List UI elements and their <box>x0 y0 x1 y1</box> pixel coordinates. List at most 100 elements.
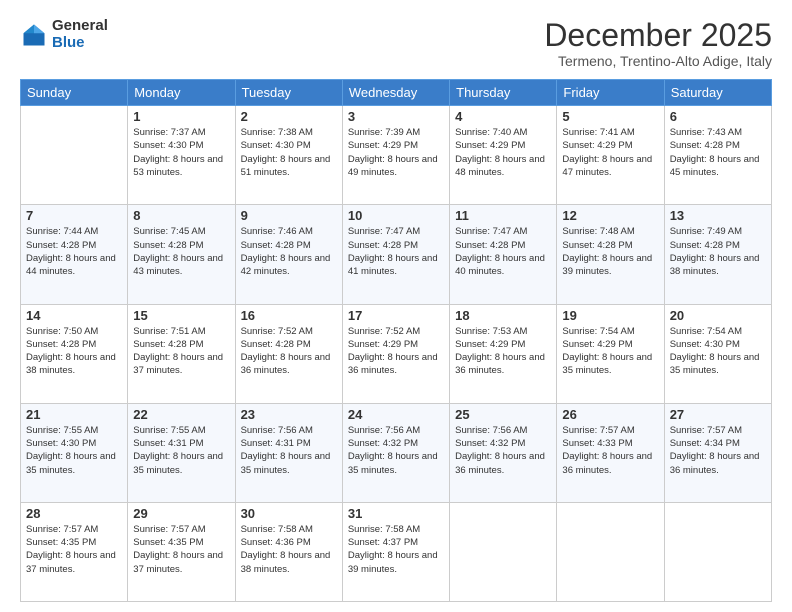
subtitle: Termeno, Trentino-Alto Adige, Italy <box>544 53 772 69</box>
day-number: 24 <box>348 407 444 422</box>
table-row: 13Sunrise: 7:49 AMSunset: 4:28 PMDayligh… <box>664 205 771 304</box>
table-row: 27Sunrise: 7:57 AMSunset: 4:34 PMDayligh… <box>664 403 771 502</box>
day-number: 8 <box>133 208 229 223</box>
table-row: 10 Sunrise: 7:47 AMSunset: 4:28 PMDayligh… <box>342 205 449 304</box>
day-number: 21 <box>26 407 122 422</box>
calendar-week-row: 14 Sunrise: 7:50 AMSunset: 4:28 PMDayligh… <box>21 304 772 403</box>
day-info: Sunrise: 7:53 AMSunset: 4:29 PMDaylight:… <box>455 325 551 378</box>
day-info: Sunrise: 7:44 AMSunset: 4:28 PMDaylight:… <box>26 225 122 278</box>
header: General Blue December 2025 Termeno, Tren… <box>20 18 772 69</box>
logo-blue-text: Blue <box>52 35 108 52</box>
table-row: 25 Sunrise: 7:56 AMSunset: 4:32 PMDayligh… <box>450 403 557 502</box>
title-block: December 2025 Termeno, Trentino-Alto Adi… <box>544 18 772 69</box>
day-number: 10 <box>348 208 444 223</box>
table-row: 30 Sunrise: 7:58 AMSunset: 4:36 PMDayligh… <box>235 502 342 601</box>
day-number: 19 <box>562 308 658 323</box>
logo-general-text: General <box>52 18 108 35</box>
table-row: 2 Sunrise: 7:38 AMSunset: 4:30 PMDaylight… <box>235 106 342 205</box>
col-wednesday: Wednesday <box>342 80 449 106</box>
day-info: Sunrise: 7:37 AMSunset: 4:30 PMDaylight:… <box>133 126 229 179</box>
day-number: 9 <box>241 208 337 223</box>
table-row: 24 Sunrise: 7:56 AMSunset: 4:32 PMDayligh… <box>342 403 449 502</box>
day-number: 30 <box>241 506 337 521</box>
calendar-week-row: 21 Sunrise: 7:55 AMSunset: 4:30 PMDayligh… <box>21 403 772 502</box>
day-info: Sunrise: 7:57 AMSunset: 4:35 PMDaylight:… <box>26 523 122 576</box>
day-info: Sunrise: 7:39 AMSunset: 4:29 PMDaylight:… <box>348 126 444 179</box>
day-info: Sunrise: 7:49 AMSunset: 4:28 PMDaylight:… <box>670 225 766 278</box>
day-number: 29 <box>133 506 229 521</box>
table-row: 21 Sunrise: 7:55 AMSunset: 4:30 PMDayligh… <box>21 403 128 502</box>
table-row: 7 Sunrise: 7:44 AMSunset: 4:28 PMDaylight… <box>21 205 128 304</box>
table-row: 12 Sunrise: 7:48 AMSunset: 4:28 PMDayligh… <box>557 205 664 304</box>
day-info: Sunrise: 7:58 AMSunset: 4:36 PMDaylight:… <box>241 523 337 576</box>
day-number: 17 <box>348 308 444 323</box>
table-row: 16Sunrise: 7:52 AMSunset: 4:28 PMDayligh… <box>235 304 342 403</box>
day-info: Sunrise: 7:48 AMSunset: 4:28 PMDaylight:… <box>562 225 658 278</box>
day-number: 20 <box>670 308 766 323</box>
table-row <box>664 502 771 601</box>
table-row: 18 Sunrise: 7:53 AMSunset: 4:29 PMDayligh… <box>450 304 557 403</box>
day-number: 7 <box>26 208 122 223</box>
day-number: 4 <box>455 109 551 124</box>
day-info: Sunrise: 7:56 AMSunset: 4:31 PMDaylight:… <box>241 424 337 477</box>
table-row: 19 Sunrise: 7:54 AMSunset: 4:29 PMDayligh… <box>557 304 664 403</box>
logo-text: General Blue <box>52 18 108 51</box>
table-row <box>21 106 128 205</box>
day-info: Sunrise: 7:56 AMSunset: 4:32 PMDaylight:… <box>348 424 444 477</box>
col-monday: Monday <box>128 80 235 106</box>
day-info: Sunrise: 7:57 AMSunset: 4:33 PMDaylight:… <box>562 424 658 477</box>
day-info: Sunrise: 7:51 AMSunset: 4:28 PMDaylight:… <box>133 325 229 378</box>
table-row: 29Sunrise: 7:57 AMSunset: 4:35 PMDayligh… <box>128 502 235 601</box>
col-friday: Friday <box>557 80 664 106</box>
table-row <box>450 502 557 601</box>
day-info: Sunrise: 7:56 AMSunset: 4:32 PMDaylight:… <box>455 424 551 477</box>
day-number: 15 <box>133 308 229 323</box>
day-number: 5 <box>562 109 658 124</box>
day-info: Sunrise: 7:58 AMSunset: 4:37 PMDaylight:… <box>348 523 444 576</box>
day-info: Sunrise: 7:43 AMSunset: 4:28 PMDaylight:… <box>670 126 766 179</box>
table-row: 14 Sunrise: 7:50 AMSunset: 4:28 PMDayligh… <box>21 304 128 403</box>
logo: General Blue <box>20 18 108 51</box>
day-number: 1 <box>133 109 229 124</box>
day-number: 12 <box>562 208 658 223</box>
calendar-week-row: 28 Sunrise: 7:57 AMSunset: 4:35 PMDayligh… <box>21 502 772 601</box>
day-number: 26 <box>562 407 658 422</box>
col-tuesday: Tuesday <box>235 80 342 106</box>
day-number: 28 <box>26 506 122 521</box>
day-info: Sunrise: 7:40 AMSunset: 4:29 PMDaylight:… <box>455 126 551 179</box>
day-number: 23 <box>241 407 337 422</box>
day-info: Sunrise: 7:45 AMSunset: 4:28 PMDaylight:… <box>133 225 229 278</box>
day-info: Sunrise: 7:52 AMSunset: 4:28 PMDaylight:… <box>241 325 337 378</box>
day-info: Sunrise: 7:46 AMSunset: 4:28 PMDaylight:… <box>241 225 337 278</box>
table-row: 28 Sunrise: 7:57 AMSunset: 4:35 PMDayligh… <box>21 502 128 601</box>
calendar-table: Sunday Monday Tuesday Wednesday Thursday… <box>20 79 772 602</box>
table-row: 9 Sunrise: 7:46 AMSunset: 4:28 PMDaylight… <box>235 205 342 304</box>
table-row <box>557 502 664 601</box>
day-number: 18 <box>455 308 551 323</box>
table-row: 11Sunrise: 7:47 AMSunset: 4:28 PMDayligh… <box>450 205 557 304</box>
table-row: 17Sunrise: 7:52 AMSunset: 4:29 PMDayligh… <box>342 304 449 403</box>
calendar-week-row: 1 Sunrise: 7:37 AMSunset: 4:30 PMDaylight… <box>21 106 772 205</box>
day-info: Sunrise: 7:54 AMSunset: 4:29 PMDaylight:… <box>562 325 658 378</box>
day-number: 2 <box>241 109 337 124</box>
table-row: 15 Sunrise: 7:51 AMSunset: 4:28 PMDayligh… <box>128 304 235 403</box>
table-row: 1 Sunrise: 7:37 AMSunset: 4:30 PMDaylight… <box>128 106 235 205</box>
table-row: 4 Sunrise: 7:40 AMSunset: 4:29 PMDaylight… <box>450 106 557 205</box>
day-info: Sunrise: 7:50 AMSunset: 4:28 PMDaylight:… <box>26 325 122 378</box>
day-info: Sunrise: 7:55 AMSunset: 4:31 PMDaylight:… <box>133 424 229 477</box>
logo-icon <box>20 21 48 49</box>
day-number: 22 <box>133 407 229 422</box>
page: General Blue December 2025 Termeno, Tren… <box>0 0 792 612</box>
table-row: 20 Sunrise: 7:54 AMSunset: 4:30 PMDayligh… <box>664 304 771 403</box>
col-thursday: Thursday <box>450 80 557 106</box>
day-info: Sunrise: 7:38 AMSunset: 4:30 PMDaylight:… <box>241 126 337 179</box>
day-number: 14 <box>26 308 122 323</box>
main-title: December 2025 <box>544 18 772 53</box>
day-info: Sunrise: 7:55 AMSunset: 4:30 PMDaylight:… <box>26 424 122 477</box>
day-number: 6 <box>670 109 766 124</box>
day-number: 25 <box>455 407 551 422</box>
day-info: Sunrise: 7:47 AMSunset: 4:28 PMDaylight:… <box>348 225 444 278</box>
day-info: Sunrise: 7:54 AMSunset: 4:30 PMDaylight:… <box>670 325 766 378</box>
table-row: 26 Sunrise: 7:57 AMSunset: 4:33 PMDayligh… <box>557 403 664 502</box>
table-row: 5Sunrise: 7:41 AMSunset: 4:29 PMDaylight… <box>557 106 664 205</box>
